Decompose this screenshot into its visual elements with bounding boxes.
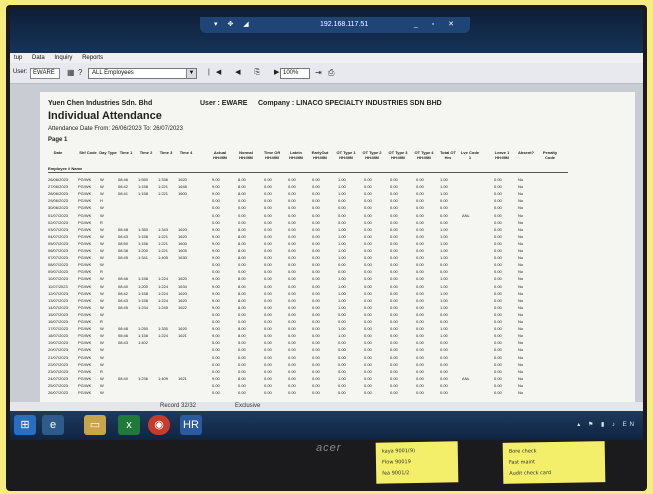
column-header: Time 1: [119, 150, 133, 155]
connection-bar: ▾ ✥ ◢ 192.168.117.51 _ ▫ ✕: [200, 17, 470, 33]
folder-icon[interactable]: ▭: [84, 415, 106, 435]
note-line: Audit check card: [509, 470, 552, 477]
employee-filter-value: ALL Employees: [92, 70, 134, 76]
taskbar: ⊞ e ▭ x ◉ HR ▴ ⚑ ▮ ♪ EN: [10, 411, 643, 440]
help-icon[interactable]: ?: [78, 68, 82, 77]
remote-desktop-bar: ▾ ✥ ◢ 192.168.117.51 _ ▫ ✕: [10, 9, 643, 53]
column-header: Time 3: [159, 150, 173, 155]
report-date-range: Attendance Date From: 26/06/2023 To: 26/…: [48, 126, 183, 132]
status-bar: Record 32/32 Exclusive: [10, 402, 643, 411]
menu-data[interactable]: Data: [32, 55, 45, 61]
column-header: Shf Code: [79, 150, 97, 155]
table-cell: 0.00: [364, 390, 372, 395]
zoom-select[interactable]: 100%: [280, 68, 310, 79]
screen: ▾ ✥ ◢ 192.168.117.51 _ ▫ ✕ tup Data Inqu…: [10, 9, 643, 440]
printer-icon[interactable]: ⎙: [328, 68, 334, 78]
column-header: Leave 1 HH:MM: [494, 150, 510, 160]
hr-app-icon[interactable]: HR: [180, 415, 202, 435]
column-header: Lve Code 1: [460, 150, 479, 160]
column-header: Time 2: [139, 150, 153, 155]
ie-icon[interactable]: e: [42, 415, 64, 435]
table-cell: 0.00: [440, 390, 448, 395]
chrome-icon[interactable]: ◉: [148, 415, 170, 435]
print-setup-icon[interactable]: ▦: [67, 68, 75, 77]
table-cell: No: [518, 390, 524, 395]
column-header: OT Type 2 HH:MM: [362, 150, 382, 160]
table-cell: 0.00: [238, 390, 246, 395]
column-header: EarlyOut HH:MM: [311, 150, 329, 160]
menu-inquiry[interactable]: Inquiry: [54, 55, 72, 61]
column-header: Total OT Hrs: [440, 150, 456, 160]
user-field[interactable]: EWARE: [30, 68, 60, 79]
column-header: OT Type 4 HH:MM: [414, 150, 434, 160]
user-label: User:: [13, 69, 28, 75]
table-cell: 0.00: [494, 390, 502, 395]
report-user: User : EWARE: [200, 100, 248, 107]
table-cell: 0.00: [338, 390, 346, 395]
report-viewer[interactable]: Yuen Chen Industries Sdn. Bhd User : EWA…: [10, 84, 643, 402]
menu-setup[interactable]: tup: [14, 55, 22, 61]
table-cell: 0.00: [312, 390, 320, 395]
start-button-icon[interactable]: ⊞: [14, 415, 36, 435]
column-header: OT Type 1 HH:MM: [336, 150, 356, 160]
column-header: OT Type 3 HH:MM: [388, 150, 408, 160]
menu-bar: tup Data Inquiry Reports: [10, 53, 643, 63]
monitor-brand-logo: acer: [316, 442, 342, 454]
table-cell: 26/07/2023: [48, 390, 69, 395]
monitor-bezel: ▾ ✥ ◢ 192.168.117.51 _ ▫ ✕ tup Data Inqu…: [6, 5, 647, 491]
access-mode: Exclusive: [235, 403, 261, 409]
table-cell: 0.00: [390, 390, 398, 395]
table-row: 26/07/2023 PG/WK W 0.00 0.00 0.00 0.00 0.00 0.00…: [48, 388, 578, 397]
table-cell: 0.00: [416, 390, 424, 395]
report-page: Yuen Chen Industries Sdn. Bhd User : EWA…: [40, 92, 635, 402]
employee-subheader: Employee # Name: [48, 166, 83, 171]
column-header: Lateln HH:MM: [289, 150, 303, 160]
record-counter: Record 32/32: [160, 403, 197, 409]
column-header: Normal HH:MM: [239, 150, 253, 160]
connection-controls-icon[interactable]: ▾ ✥ ◢: [214, 17, 253, 33]
connection-ip: 192.168.117.51: [320, 21, 369, 28]
export-icon[interactable]: ⇥: [315, 68, 322, 77]
table-cell: 0.00: [264, 390, 272, 395]
sticky-note-right: Bore check Fast maint Audit check card: [502, 441, 606, 484]
table-cell: W: [100, 390, 104, 395]
column-header: Day Type: [99, 150, 117, 155]
report-company: Yuen Chen Industries Sdn. Bhd: [48, 100, 153, 107]
report-toolbar: User: EWARE ▦ ? ALL Employees ▼ |◀ ◀ ⎘ ▶…: [10, 63, 643, 84]
column-header: Actual HH:MM: [213, 150, 227, 160]
table-cell: 0.00: [288, 390, 296, 395]
table-cell: PG/WK: [78, 390, 92, 395]
note-line: fea 9001/2: [382, 470, 410, 477]
employee-filter-select[interactable]: ALL Employees ▼: [88, 68, 197, 79]
column-header: Penalty Code: [542, 150, 558, 160]
report-company-name: Company : LINACO SPECIALTY INDUSTRIES SD…: [258, 100, 442, 107]
column-header: Date: [53, 150, 63, 155]
report-page-number: Page 1: [48, 137, 68, 143]
sticky-note-left: kaya 9001(9) Flow 90019 fea 9001/2: [375, 441, 459, 484]
report-title: Individual Attendance: [48, 110, 162, 122]
system-tray-icons[interactable]: ▴ ⚑ ▮ ♪ EN: [577, 421, 637, 428]
column-header: Time Off HH:MM: [263, 150, 281, 160]
chevron-down-icon[interactable]: ▼: [186, 69, 196, 78]
header-divider: [48, 172, 568, 173]
column-header: Time 4: [179, 150, 193, 155]
column-header: Absent?: [518, 150, 534, 155]
excel-icon[interactable]: x: [118, 415, 140, 435]
window-controls-icon[interactable]: _ ▫ ✕: [414, 17, 460, 33]
menu-reports[interactable]: Reports: [82, 55, 103, 61]
table-cell: 0.00: [212, 390, 220, 395]
